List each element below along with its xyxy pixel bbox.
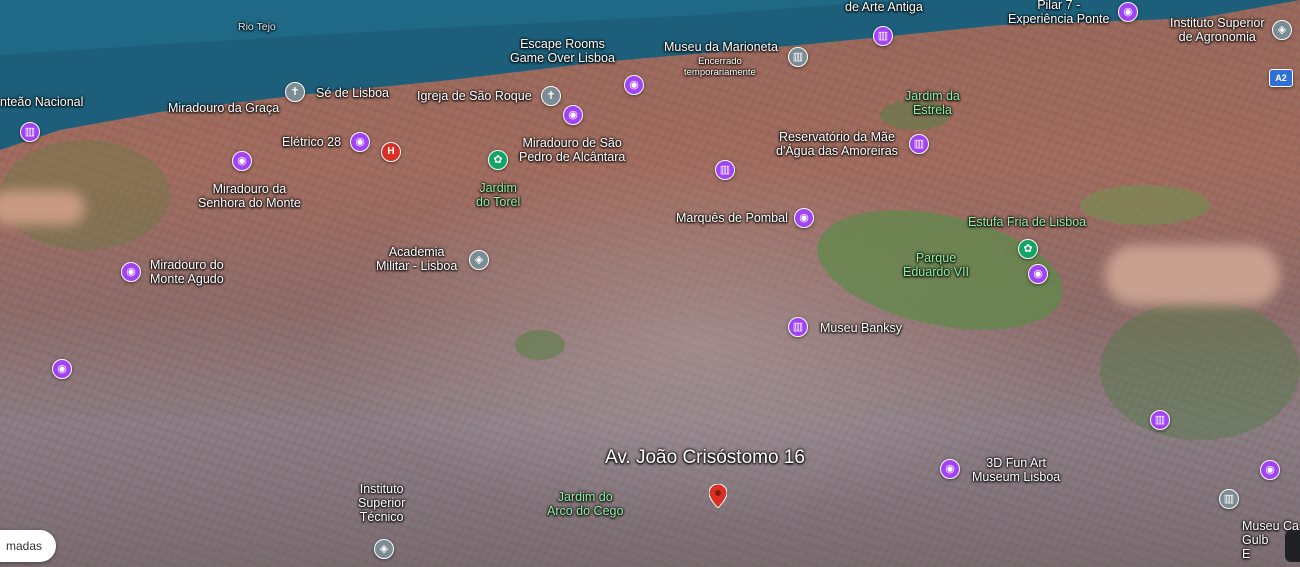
flower-icon[interactable]: ✿ xyxy=(1018,239,1038,259)
museum-icon[interactable]: ▥ xyxy=(909,134,929,154)
label-arte-antiga[interactable]: de Arte Antiga xyxy=(845,0,923,14)
label-marioneta-closed: Encerrado temporariamente xyxy=(684,56,756,78)
museum-icon[interactable]: ▥ xyxy=(1150,410,1170,430)
label-senhora-monte[interactable]: Miradouro da Senhora do Monte xyxy=(198,182,301,210)
label-eletrico-28[interactable]: Elétrico 28 xyxy=(282,135,341,149)
camera-icon[interactable]: ◉ xyxy=(350,132,370,152)
label-estufa-fria[interactable]: Estufa Fria de Lisboa xyxy=(968,215,1086,229)
label-marques-pombal[interactable]: Marquês de Pombal xyxy=(676,211,788,225)
destination-address-label[interactable]: Av. João Crisóstomo 16 xyxy=(605,447,805,469)
blurred-area-right xyxy=(1105,245,1280,305)
label-3d-fun-art[interactable]: 3D Fun Art Museum Lisboa xyxy=(972,456,1060,484)
cross-icon[interactable]: ✝ xyxy=(541,86,561,106)
label-agronomia[interactable]: Instituto Superior de Agronomia xyxy=(1170,16,1265,44)
hospital-icon[interactable]: H xyxy=(381,142,401,162)
park-green-area xyxy=(1080,185,1210,225)
label-monte-agudo[interactable]: Miradouro do Monte Agudo xyxy=(150,258,224,286)
camera-icon[interactable]: ◉ xyxy=(794,208,814,228)
label-pilar7[interactable]: Pilar 7 - Experiência Ponte xyxy=(1008,0,1109,26)
park-arco-cego xyxy=(515,330,565,360)
river-label: Rio Tejo xyxy=(238,21,276,33)
camera-icon[interactable]: ◉ xyxy=(52,359,72,379)
flower-icon[interactable]: ✿ xyxy=(488,150,508,170)
blurred-area-left xyxy=(0,190,85,225)
label-jardim-estrela[interactable]: Jardim da Estrela xyxy=(905,89,960,117)
museum-icon[interactable]: ▥ xyxy=(873,26,893,46)
camera-icon[interactable]: ◉ xyxy=(1028,264,1048,284)
camera-icon[interactable]: ◉ xyxy=(1260,460,1280,480)
school-icon[interactable]: ◈ xyxy=(469,250,489,270)
label-parque-eduardo-vii[interactable]: Parque Eduardo VII xyxy=(903,251,969,279)
camera-icon[interactable]: ◉ xyxy=(232,151,252,171)
label-jardim-torel[interactable]: Jardim do Torel xyxy=(476,181,520,209)
museum-icon[interactable]: ▥ xyxy=(788,317,808,337)
school-icon[interactable]: ◈ xyxy=(1272,20,1292,40)
label-jardim-arco-cego[interactable]: Jardim do Arco do Cego xyxy=(547,490,623,518)
camera-icon[interactable]: ◉ xyxy=(1118,2,1138,22)
camera-icon[interactable]: ◉ xyxy=(563,105,583,125)
museum-icon[interactable]: ▥ xyxy=(20,122,40,142)
camera-icon[interactable]: ◉ xyxy=(940,459,960,479)
label-instituto-tecnico[interactable]: Instituto Superior Técnico xyxy=(358,482,405,524)
chip-label: madas xyxy=(6,539,43,553)
museum-icon[interactable]: ▥ xyxy=(1219,489,1239,509)
label-reservatorio[interactable]: Reservatório da Mãe d'Água das Amoreiras xyxy=(776,130,898,158)
park-monsanto-edge xyxy=(1100,300,1300,440)
label-igreja-sao-roque[interactable]: Igreja de São Roque xyxy=(417,89,532,103)
school-icon[interactable]: ◈ xyxy=(374,539,394,559)
label-museu-marioneta[interactable]: Museu da Marioneta xyxy=(664,40,778,54)
pegman-icon[interactable] xyxy=(1285,530,1300,562)
label-miradouro-graca[interactable]: Miradouro da Graça xyxy=(168,101,279,115)
label-escape-rooms[interactable]: Escape Rooms Game Over Lisboa xyxy=(510,37,615,65)
label-sao-pedro-alcantara[interactable]: Miradouro de São Pedro de Alcântara xyxy=(519,136,625,164)
cross-icon[interactable]: ✝ xyxy=(285,82,305,102)
road-shield-a2-icon: A2 xyxy=(1269,69,1293,87)
label-se-lisboa[interactable]: Sé de Lisboa xyxy=(316,86,389,100)
map-3d-view[interactable]: Rio Tejo de Arte Antiga Pilar 7 - Experi… xyxy=(0,0,1300,567)
chip-button[interactable]: madas xyxy=(0,530,57,562)
museum-icon[interactable]: ▥ xyxy=(715,160,735,180)
camera-icon[interactable]: ◉ xyxy=(121,262,141,282)
red-location-pin-icon[interactable] xyxy=(709,484,727,508)
label-academia-militar[interactable]: Academia Militar - Lisboa xyxy=(376,245,457,273)
label-museu-banksy[interactable]: Museu Banksy xyxy=(820,321,902,335)
camera-icon[interactable]: ◉ xyxy=(624,75,644,95)
label-panteao[interactable]: nteão Nacional xyxy=(0,95,83,109)
museum-icon[interactable]: ▥ xyxy=(788,47,808,67)
